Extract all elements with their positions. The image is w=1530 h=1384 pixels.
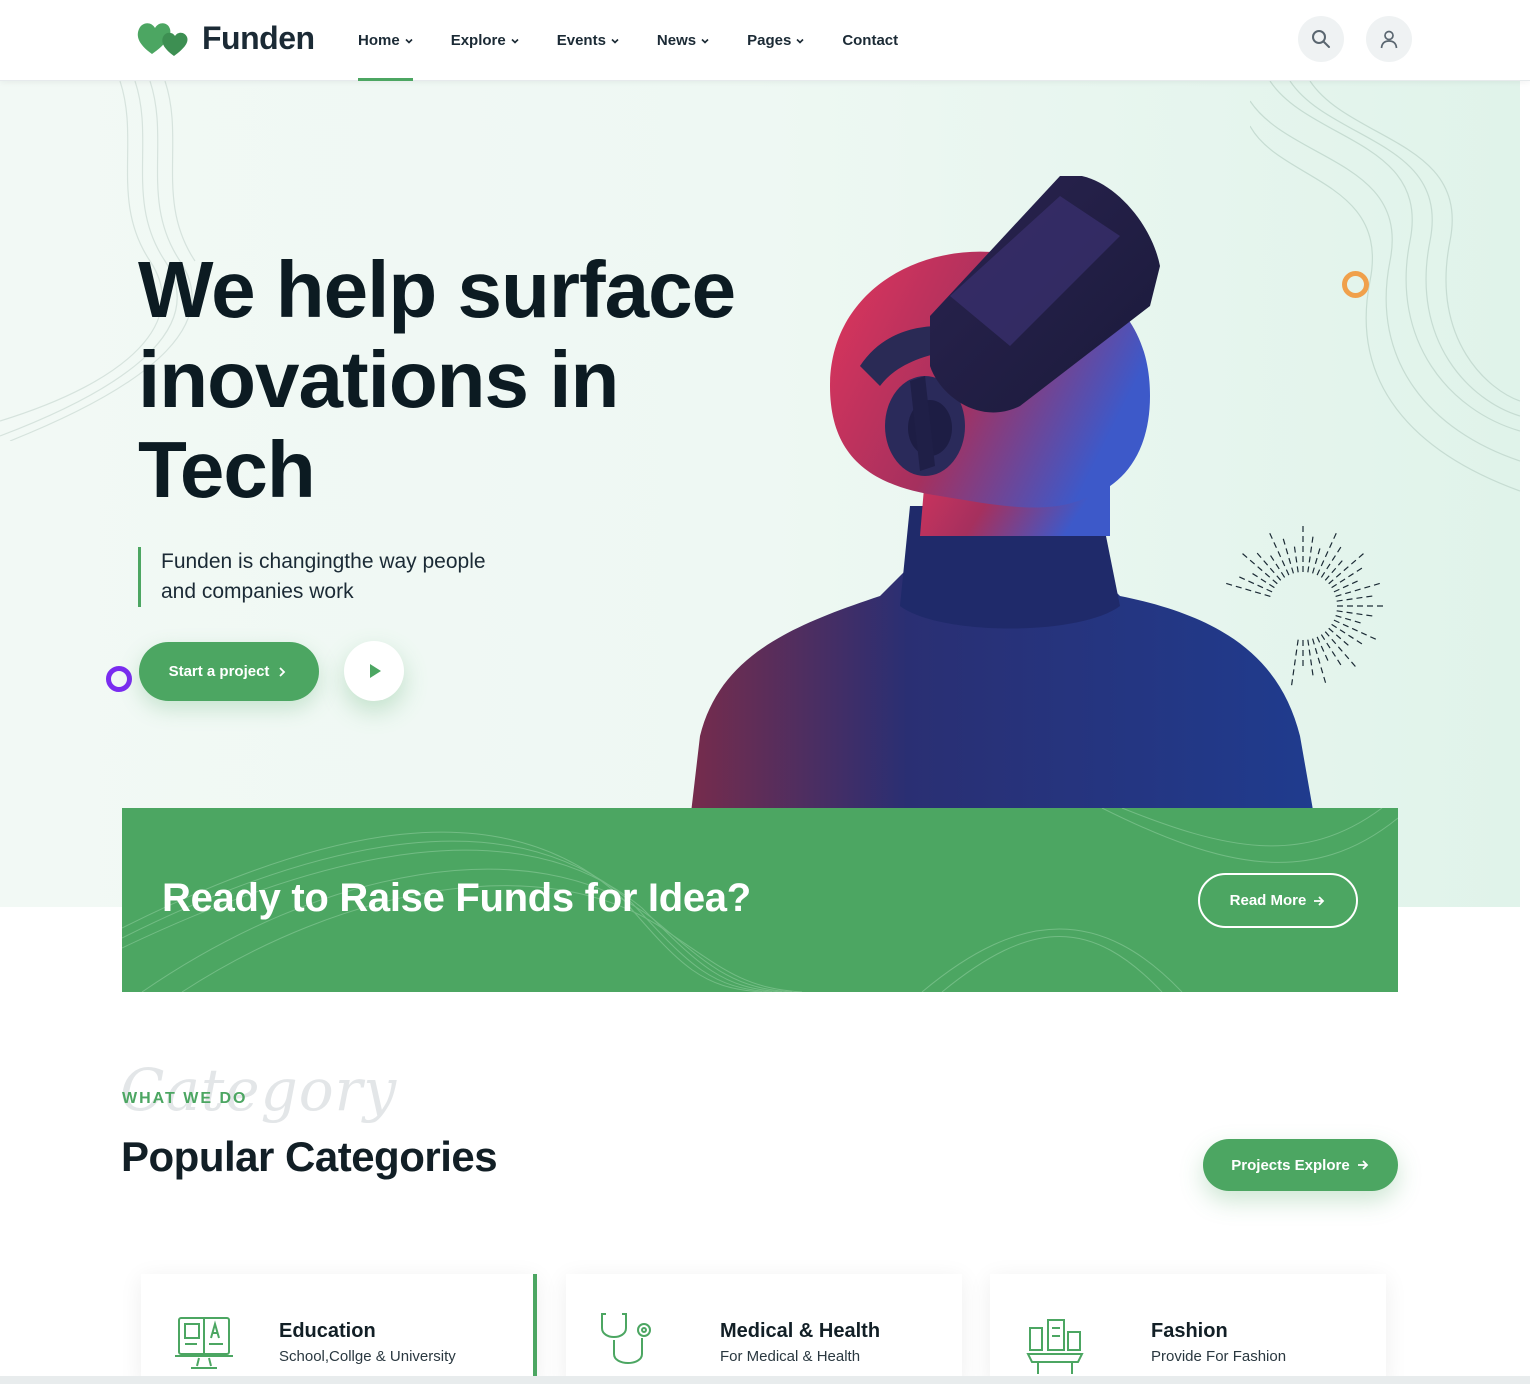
site-header: Funden Home Explore Events News Pages Co… <box>0 0 1530 81</box>
category-card-education[interactable]: Education School,Collge & University <box>141 1274 537 1384</box>
chevron-down-icon <box>611 38 619 44</box>
burst-line <box>1307 639 1314 678</box>
nav-pages-label: Pages <box>747 32 792 49</box>
category-title: Education <box>279 1320 376 1342</box>
chevron-down-icon <box>511 38 519 44</box>
chevron-down-icon <box>405 38 413 44</box>
user-account-button[interactable] <box>1366 16 1412 62</box>
burst-line <box>1336 610 1375 617</box>
burst-line <box>1237 575 1273 593</box>
nav-events[interactable]: Events <box>557 0 619 81</box>
hero-subtitle: Funden is changingthe way people and com… <box>138 547 558 607</box>
nav-contact-label: Contact <box>842 32 899 49</box>
play-icon <box>370 664 381 678</box>
search-button[interactable] <box>1298 16 1344 62</box>
burst-line <box>1307 534 1314 573</box>
search-icon <box>1312 30 1330 48</box>
hero-title-line-1: We help surface <box>138 245 736 334</box>
burst-line <box>1328 627 1352 649</box>
hero-subtitle-line-2: and companies work <box>161 580 354 603</box>
projects-explore-button[interactable]: Projects Explore <box>1203 1139 1398 1191</box>
decorative-burst <box>1226 526 1383 686</box>
arrow-right-icon <box>1314 895 1325 906</box>
hero-section: We help surface inovations in Tech Funde… <box>0 81 1520 907</box>
category-card-medical-health[interactable]: Medical & Health For Medical & Health <box>566 1274 962 1384</box>
fashion-icon <box>1026 1319 1084 1374</box>
decorative-ring <box>106 666 132 692</box>
arrow-right-icon <box>1357 1160 1368 1170</box>
category-description: School,Collge & University <box>279 1348 456 1365</box>
nav-explore[interactable]: Explore <box>451 0 519 81</box>
main-nav: Home Explore Events News Pages Contact <box>358 0 936 81</box>
nav-contact[interactable]: Contact <box>842 0 898 81</box>
burst-line <box>1293 542 1299 573</box>
projects-explore-label: Projects Explore <box>1231 1156 1350 1174</box>
nav-explore-label: Explore <box>450 32 506 49</box>
burst-line <box>1335 615 1365 625</box>
play-video-button[interactable] <box>344 641 404 701</box>
user-icon <box>1380 30 1398 49</box>
burst-line <box>1335 582 1380 597</box>
burst-line <box>1312 638 1327 683</box>
nav-news[interactable]: News <box>657 0 709 81</box>
burst-line <box>1226 582 1271 597</box>
burst-line <box>1282 536 1294 574</box>
chevron-right-icon <box>279 666 286 677</box>
nav-home-label: Home <box>358 32 400 49</box>
chevron-down-icon <box>701 38 709 44</box>
nav-home[interactable]: Home <box>358 0 413 81</box>
category-title: Fashion <box>1151 1320 1228 1342</box>
nav-events-label: Events <box>556 32 606 49</box>
horizontal-scrollbar[interactable] <box>0 1376 1530 1384</box>
hero-title-line-3: Tech <box>138 425 316 514</box>
read-more-button[interactable]: Read More <box>1198 873 1358 928</box>
category-description: Provide For Fashion <box>1151 1348 1287 1365</box>
burst-line <box>1336 595 1375 602</box>
nav-news-label: News <box>656 32 697 49</box>
burst-line <box>1324 557 1346 581</box>
category-card-fashion[interactable]: Fashion Provide For Fashion <box>990 1274 1386 1384</box>
nav-pages[interactable]: Pages <box>747 0 804 81</box>
education-icon <box>175 1317 233 1369</box>
cta-banner: Ready to Raise Funds for Idea? Read More <box>122 808 1398 992</box>
burst-line <box>1291 639 1299 686</box>
banner-title: Ready to Raise Funds for Idea? <box>162 876 751 920</box>
logo[interactable]: Funden <box>136 16 315 60</box>
category-description: For Medical & Health <box>720 1348 861 1365</box>
burst-line <box>1312 544 1322 574</box>
heart-logo-icon <box>137 23 188 56</box>
start-project-button[interactable]: Start a project <box>139 642 319 701</box>
hero-subtitle-line-1: Funden is changingthe way people <box>161 550 486 573</box>
category-title: Medical & Health <box>720 1320 881 1342</box>
burst-line <box>1267 551 1286 578</box>
brand-name: Funden <box>202 19 315 56</box>
section-title: Popular Categories <box>121 1133 498 1180</box>
burst-line <box>1248 570 1275 589</box>
stethoscope-icon <box>601 1313 651 1364</box>
start-project-label: Start a project <box>168 663 270 680</box>
read-more-label: Read More <box>1229 892 1307 909</box>
chevron-down-icon <box>796 38 804 44</box>
section-eyebrow: WHAT WE DO <box>122 1090 248 1107</box>
hero-title-line-2: inovations in <box>138 335 619 424</box>
